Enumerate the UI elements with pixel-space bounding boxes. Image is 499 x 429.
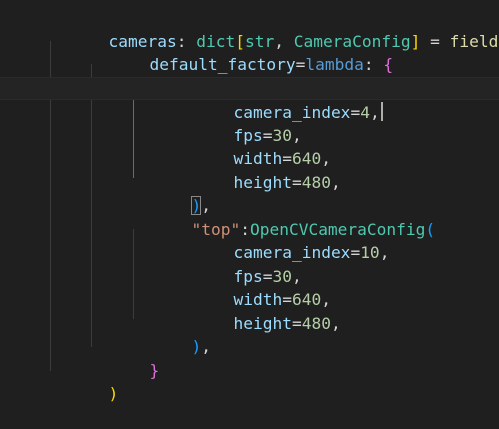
code-line-2[interactable]: default_factory=lambda: { <box>0 30 499 74</box>
code-line-14[interactable]: ), <box>0 312 499 356</box>
code-line-7[interactable]: height=480, <box>0 147 499 192</box>
code-line-10[interactable]: camera_index=10, <box>0 218 499 262</box>
bracket: ) <box>108 384 119 403</box>
code-line-8[interactable]: ), <box>0 171 499 215</box>
code-line-15[interactable]: } <box>0 335 499 380</box>
code-line-9[interactable]: "top":OpenCVCameraConfig( <box>0 194 499 239</box>
code-line-16[interactable]: ) <box>0 359 499 403</box>
code-line-11[interactable]: fps=30, <box>0 241 499 286</box>
code-line-4-current[interactable]: camera_index=4, <box>0 76 499 122</box>
code-line-6[interactable]: width=640, <box>0 124 499 168</box>
code-line-13[interactable]: height=480, <box>0 288 499 333</box>
code-line-1[interactable]: cameras: dict[str, CameraConfig] = field… <box>0 6 499 51</box>
code-line-12[interactable]: width=640, <box>0 265 499 309</box>
code-area[interactable]: cameras: dict[str, CameraConfig] = field… <box>0 0 499 408</box>
code-line-5[interactable]: fps=30, <box>0 100 499 145</box>
code-line-3[interactable]: "wrist":OpenCVCameraConfig( <box>0 53 499 98</box>
code-editor[interactable]: cameras: dict[str, CameraConfig] = field… <box>0 0 499 408</box>
